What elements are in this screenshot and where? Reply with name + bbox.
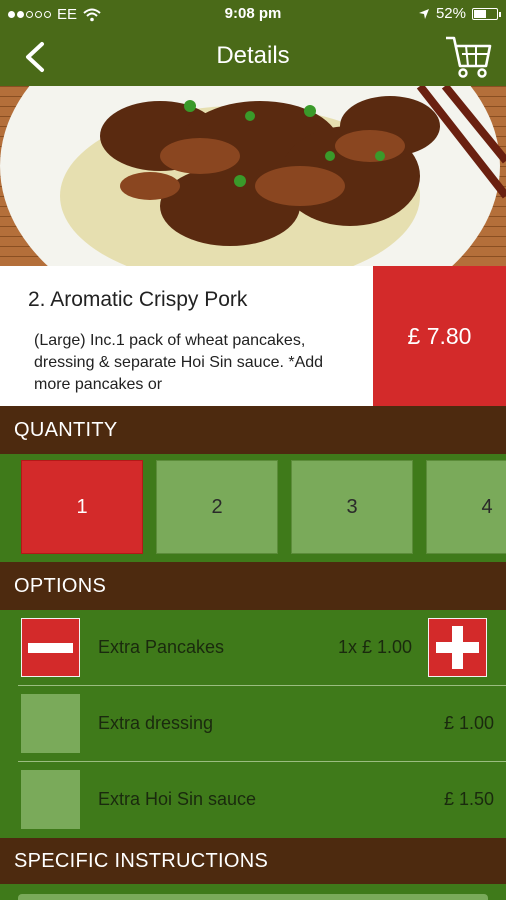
page-title: Details <box>216 42 290 69</box>
status-bar: EE 9:08 pm 52% <box>0 0 506 28</box>
location-arrow-icon <box>418 8 429 19</box>
option-row[interactable]: Extra dressing £ 1.00 <box>0 686 506 762</box>
quantity-option-3[interactable]: 3 <box>291 460 413 554</box>
plus-icon <box>436 626 479 669</box>
option-price: £ 1.50 <box>443 789 494 809</box>
option-label: Extra Hoi Sin sauce <box>98 789 257 809</box>
plus-button[interactable] <box>428 618 487 677</box>
battery-icon <box>472 7 501 20</box>
quantity-option-2[interactable]: 2 <box>156 460 278 554</box>
product-info-panel: 2. Aromatic Crispy Pork (Large) Inc.1 pa… <box>0 266 373 406</box>
nav-bar: Details <box>0 28 506 86</box>
status-right: 52% <box>418 5 501 22</box>
option-row: Extra Pancakes 1x £ 1.00 <box>0 610 506 686</box>
instructions-header: SPECIFIC INSTRUCTIONS <box>0 838 506 884</box>
cart-icon[interactable] <box>444 34 492 80</box>
option-label: Extra Pancakes <box>98 637 225 657</box>
option-price: £ 1.00 <box>443 713 494 733</box>
quantity-selector: 1 2 3 4 <box>0 454 506 562</box>
product-name: 2. Aromatic Crispy Pork <box>28 288 248 311</box>
option-checkbox[interactable] <box>21 770 80 829</box>
instructions-input[interactable] <box>18 894 488 900</box>
quantity-header: QUANTITY <box>0 406 506 454</box>
battery-percent: 52% <box>435 5 466 22</box>
product-image <box>0 86 506 266</box>
minus-icon <box>28 643 73 653</box>
minus-button[interactable] <box>21 618 80 677</box>
option-checkbox[interactable] <box>21 694 80 753</box>
options-header: OPTIONS <box>0 562 506 610</box>
quantity-option-1[interactable]: 1 <box>21 460 143 554</box>
option-price: 1x £ 1.00 <box>337 637 412 657</box>
quantity-option-4[interactable]: 4 <box>426 460 506 554</box>
product-price: £ 7.80 <box>373 266 506 406</box>
option-row[interactable]: Extra Hoi Sin sauce £ 1.50 <box>0 762 506 838</box>
option-label: Extra dressing <box>98 713 214 733</box>
product-description: (Large) Inc.1 pack of wheat pancakes, dr… <box>34 332 324 393</box>
